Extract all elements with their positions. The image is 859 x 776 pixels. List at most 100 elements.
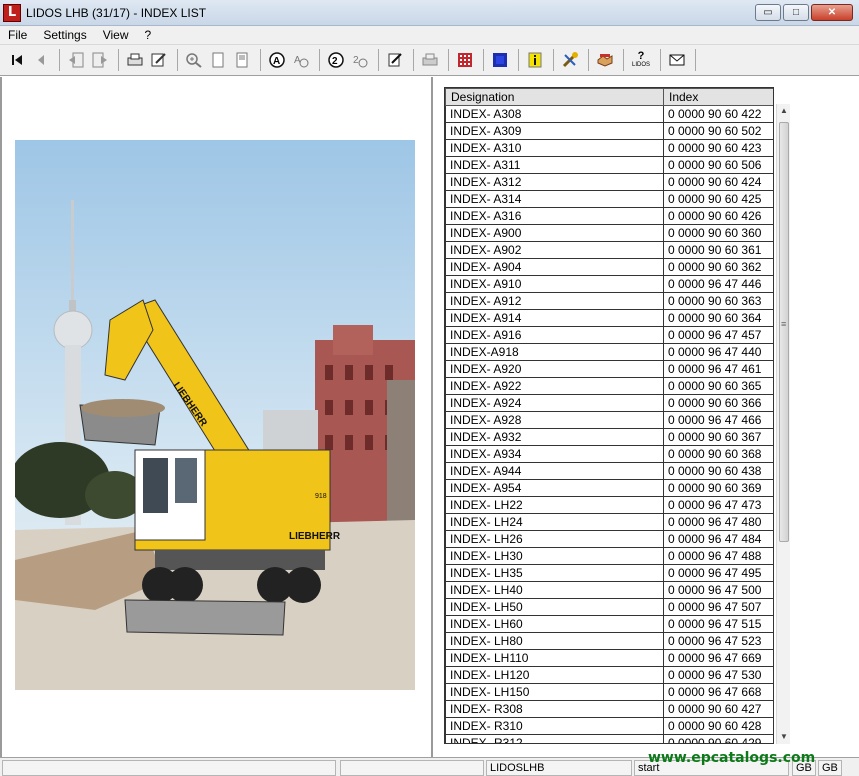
index-cell[interactable]: 0 0000 90 60 362 (663, 258, 773, 276)
first-page-icon[interactable] (6, 49, 28, 71)
table-row[interactable]: INDEX- LH80 0 0000 96 47 523 (445, 632, 773, 650)
designation-cell[interactable]: INDEX- A912 (445, 292, 664, 310)
table-row[interactable]: INDEX- LH35 0 0000 96 47 495 (445, 564, 773, 582)
table-row[interactable]: INDEX- A902 0 0000 90 60 361 (445, 241, 773, 259)
designation-cell[interactable]: INDEX- R308 (445, 700, 664, 718)
table-row[interactable]: INDEX- LH40 0 0000 96 47 500 (445, 581, 773, 599)
index-cell[interactable]: 0 0000 90 60 363 (663, 292, 773, 310)
page-icon[interactable] (207, 49, 229, 71)
designation-cell[interactable]: INDEX- A900 (445, 224, 664, 242)
designation-cell[interactable]: INDEX- A944 (445, 462, 664, 480)
table-row[interactable]: INDEX- A934 0 0000 90 60 368 (445, 445, 773, 463)
index-cell[interactable]: 0 0000 96 47 669 (663, 649, 773, 667)
grid-blue-icon[interactable] (489, 49, 511, 71)
index-cell[interactable]: 0 0000 90 60 438 (663, 462, 773, 480)
index-cell[interactable]: 0 0000 90 60 365 (663, 377, 773, 395)
designation-cell[interactable]: INDEX- LH26 (445, 530, 664, 548)
table-row[interactable]: INDEX- A922 0 0000 90 60 365 (445, 377, 773, 395)
designation-cell[interactable]: INDEX- A932 (445, 428, 664, 446)
designation-cell[interactable]: INDEX- A916 (445, 326, 664, 344)
designation-cell[interactable]: INDEX- LH150 (445, 683, 664, 701)
menu-help[interactable]: ? (145, 28, 152, 42)
index-cell[interactable]: 0 0000 96 47 488 (663, 547, 773, 565)
designation-cell[interactable]: INDEX- LH60 (445, 615, 664, 633)
index-cell[interactable]: 0 0000 96 47 515 (663, 615, 773, 633)
mail-icon[interactable] (666, 49, 688, 71)
designation-cell[interactable]: INDEX- A904 (445, 258, 664, 276)
index-cell[interactable]: 0 0000 90 60 367 (663, 428, 773, 446)
index-cell[interactable]: 0 0000 90 60 360 (663, 224, 773, 242)
handshake-icon[interactable] (594, 49, 616, 71)
column-header-designation[interactable]: Designation (445, 88, 664, 106)
printer-icon[interactable] (419, 49, 441, 71)
index-cell[interactable]: 0 0000 96 47 507 (663, 598, 773, 616)
index-cell[interactable]: 0 0000 96 47 466 (663, 411, 773, 429)
table-row[interactable]: INDEX- A314 0 0000 90 60 425 (445, 190, 773, 208)
index-cell[interactable]: 0 0000 96 47 495 (663, 564, 773, 582)
table-row[interactable]: INDEX- LH24 0 0000 96 47 480 (445, 513, 773, 531)
index-cell[interactable]: 0 0000 90 60 506 (663, 156, 773, 174)
index-cell[interactable]: 0 0000 96 47 500 (663, 581, 773, 599)
designation-cell[interactable]: INDEX- A922 (445, 377, 664, 395)
index-cell[interactable]: 0 0000 90 60 424 (663, 173, 773, 191)
designation-cell[interactable]: INDEX- A314 (445, 190, 664, 208)
table-row[interactable]: INDEX- A924 0 0000 90 60 366 (445, 394, 773, 412)
table-row[interactable]: INDEX- R312 0 0000 90 60 429 (445, 734, 773, 743)
table-row[interactable]: INDEX- A920 0 0000 96 47 461 (445, 360, 773, 378)
table-row[interactable]: INDEX- A928 0 0000 96 47 466 (445, 411, 773, 429)
index-cell[interactable]: 0 0000 90 60 425 (663, 190, 773, 208)
designation-cell[interactable]: INDEX- R312 (445, 734, 664, 743)
table-row[interactable]: INDEX-A918 0 0000 96 47 440 (445, 343, 773, 361)
designation-cell[interactable]: INDEX- A924 (445, 394, 664, 412)
index-cell[interactable]: 0 0000 90 60 364 (663, 309, 773, 327)
print-preview-icon[interactable] (124, 49, 146, 71)
designation-cell[interactable]: INDEX- A312 (445, 173, 664, 191)
grid-red-icon[interactable] (454, 49, 476, 71)
table-row[interactable]: INDEX- A310 0 0000 90 60 423 (445, 139, 773, 157)
index-cell[interactable]: 0 0000 96 47 523 (663, 632, 773, 650)
table-row[interactable]: INDEX- LH120 0 0000 96 47 530 (445, 666, 773, 684)
index-cell[interactable]: 0 0000 96 47 440 (663, 343, 773, 361)
table-row[interactable]: INDEX- A312 0 0000 90 60 424 (445, 173, 773, 191)
index-cell[interactable]: 0 0000 90 60 423 (663, 139, 773, 157)
table-row[interactable]: INDEX- LH30 0 0000 96 47 488 (445, 547, 773, 565)
designation-cell[interactable]: INDEX- LH40 (445, 581, 664, 599)
zoom-in-icon[interactable] (183, 49, 205, 71)
forward-icon[interactable] (89, 49, 111, 71)
designation-cell[interactable]: INDEX- LH24 (445, 513, 664, 531)
table-row[interactable]: INDEX- LH50 0 0000 96 47 507 (445, 598, 773, 616)
page-fit-icon[interactable] (231, 49, 253, 71)
table-row[interactable]: INDEX- A914 0 0000 90 60 364 (445, 309, 773, 327)
search-2-icon[interactable]: 2 (325, 49, 347, 71)
designation-cell[interactable]: INDEX- LH110 (445, 649, 664, 667)
table-row[interactable]: INDEX- LH22 0 0000 96 47 473 (445, 496, 773, 514)
index-cell[interactable]: 0 0000 96 47 668 (663, 683, 773, 701)
designation-cell[interactable]: INDEX- LH120 (445, 666, 664, 684)
designation-cell[interactable]: INDEX- A902 (445, 241, 664, 259)
designation-cell[interactable]: INDEX- LH80 (445, 632, 664, 650)
designation-cell[interactable]: INDEX-A918 (445, 343, 664, 361)
designation-cell[interactable]: INDEX- A308 (445, 105, 664, 123)
index-cell[interactable]: 0 0000 90 60 429 (663, 734, 773, 743)
table-row[interactable]: INDEX- A311 0 0000 90 60 506 (445, 156, 773, 174)
maximize-button[interactable]: □ (783, 4, 809, 21)
lidos-help-icon[interactable]: ? LIDOS (629, 49, 653, 71)
table-row[interactable]: INDEX- LH150 0 0000 96 47 668 (445, 683, 773, 701)
index-cell[interactable]: 0 0000 96 47 457 (663, 326, 773, 344)
designation-cell[interactable]: INDEX- A914 (445, 309, 664, 327)
index-cell[interactable]: 0 0000 96 47 473 (663, 496, 773, 514)
index-cell[interactable]: 0 0000 90 60 422 (663, 105, 773, 123)
index-cell[interactable]: 0 0000 90 60 427 (663, 700, 773, 718)
index-cell[interactable]: 0 0000 96 47 484 (663, 530, 773, 548)
designation-cell[interactable]: INDEX- A928 (445, 411, 664, 429)
menu-file[interactable]: File (8, 28, 27, 42)
search-a-icon[interactable]: A (266, 49, 288, 71)
previous-icon[interactable] (30, 49, 52, 71)
table-row[interactable]: INDEX- LH26 0 0000 96 47 484 (445, 530, 773, 548)
designation-cell[interactable]: INDEX- R310 (445, 717, 664, 735)
table-row[interactable]: INDEX- A944 0 0000 90 60 438 (445, 462, 773, 480)
table-row[interactable]: INDEX- A954 0 0000 90 60 369 (445, 479, 773, 497)
designation-cell[interactable]: INDEX- LH50 (445, 598, 664, 616)
scrollbar-thumb[interactable]: ≡ (779, 122, 789, 542)
index-cell[interactable]: 0 0000 90 60 366 (663, 394, 773, 412)
